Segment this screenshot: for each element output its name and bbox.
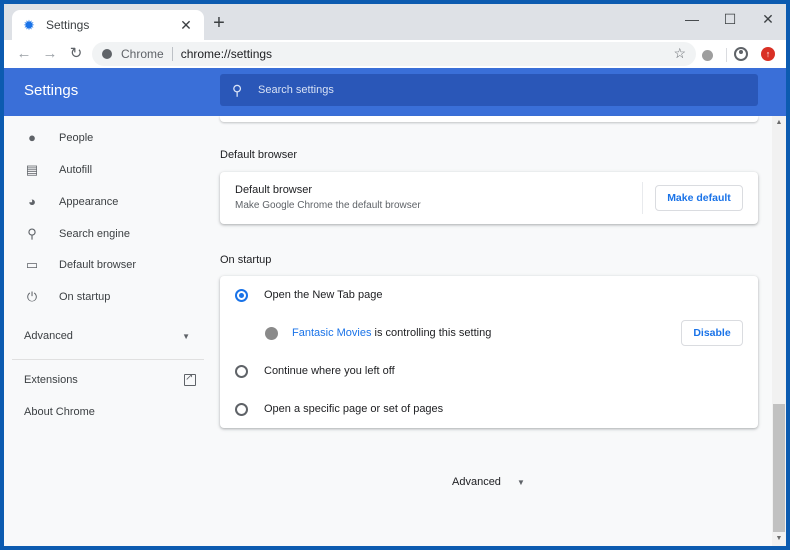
sidebar-item-label: People: [59, 132, 94, 144]
startup-option-continue[interactable]: Continue where you left off: [220, 352, 758, 390]
extension-controlling-notice: Fantasic Movies is controlling this sett…: [220, 314, 758, 352]
sidebar-item-label: Autofill: [59, 164, 93, 176]
on-startup-section-title: On startup: [220, 254, 272, 266]
reload-button[interactable]: ↻: [66, 44, 86, 64]
palette-icon: ◕: [28, 194, 36, 209]
search-icon: ⚲: [27, 226, 37, 241]
tab-strip: ✹ Settings ✕ + — ☐ ✕: [4, 4, 786, 40]
browser-icon: ▭: [25, 257, 39, 272]
sidebar-item-people[interactable]: ● People: [4, 124, 204, 152]
default-browser-row-title: Default browser: [235, 184, 313, 196]
minimize-button[interactable]: —: [674, 4, 710, 34]
open-in-new-icon: [184, 372, 196, 386]
on-startup-card: Open the New Tab page Fantasic Movies is…: [220, 276, 758, 428]
default-browser-section-title: Default browser: [220, 149, 298, 161]
startup-option-label: Continue where you left off: [264, 365, 395, 377]
sidebar-item-label: Search engine: [59, 228, 130, 240]
update-icon[interactable]: ↑: [761, 47, 775, 61]
extension-icon[interactable]: [702, 50, 713, 61]
site-chip: Chrome: [121, 47, 164, 61]
row-separator: [642, 182, 643, 214]
power-icon: ⏻: [26, 289, 38, 304]
radio-checked[interactable]: [235, 288, 248, 302]
previous-card-bottom: [220, 116, 758, 122]
tab-close-icon[interactable]: ✕: [178, 17, 194, 34]
disable-extension-button[interactable]: Disable: [681, 320, 743, 346]
settings-sidebar: ● People ▤ Autofill ◕ Appearance ⚲ Searc…: [4, 116, 204, 546]
search-settings-input[interactable]: [258, 84, 738, 96]
extension-notice-text: Fantasic Movies is controlling this sett…: [292, 327, 491, 339]
sidebar-item-default-browser[interactable]: ▭ Default browser: [4, 251, 204, 279]
search-settings-box[interactable]: ⚲: [220, 74, 758, 106]
sidebar-item-appearance[interactable]: ◕ Appearance: [4, 188, 204, 216]
extension-notice-suffix: is controlling this setting: [371, 327, 492, 339]
sidebar-extensions-label: Extensions: [24, 374, 78, 386]
omnibox-divider: [171, 47, 173, 61]
address-bar[interactable]: Chrome chrome://settings ☆: [92, 42, 696, 66]
advanced-settings-toggle[interactable]: Advanced ▼: [452, 476, 525, 488]
sidebar-item-autofill[interactable]: ▤ Autofill: [4, 156, 204, 184]
sidebar-extensions-link[interactable]: Extensions: [24, 370, 196, 390]
startup-option-label: Open the New Tab page: [264, 289, 383, 301]
clipboard-icon: ▤: [25, 162, 39, 177]
settings-header: Settings ⚲: [4, 68, 786, 116]
scroll-up-arrow[interactable]: ▲: [772, 116, 786, 130]
sidebar-advanced-toggle[interactable]: Advanced ▼: [24, 326, 190, 346]
startup-option-specific-pages[interactable]: Open a specific page or set of pages: [220, 390, 758, 428]
scroll-down-arrow[interactable]: ▼: [772, 532, 786, 546]
make-default-button[interactable]: Make default: [655, 185, 743, 211]
new-tab-button[interactable]: +: [209, 13, 229, 34]
tab-settings[interactable]: ✹ Settings ✕: [12, 10, 204, 40]
person-icon: ●: [28, 130, 36, 145]
site-info-icon[interactable]: [102, 49, 112, 59]
page-title: Settings: [24, 82, 79, 99]
chevron-down-icon: ▼: [182, 331, 190, 341]
radio-unchecked[interactable]: [235, 364, 248, 378]
chevron-down-icon: ▼: [516, 477, 525, 487]
browser-toolbar: ← → ↻ Chrome chrome://settings ☆ ↑: [4, 40, 786, 68]
settings-main: Default browser Default browser Make Goo…: [220, 116, 760, 546]
toolbar-divider: [726, 48, 727, 62]
advanced-label: Advanced: [452, 476, 501, 488]
sidebar-item-search-engine[interactable]: ⚲ Search engine: [4, 220, 204, 248]
startup-option-label: Open a specific page or set of pages: [264, 403, 444, 415]
extension-name-link[interactable]: Fantasic Movies: [292, 327, 371, 339]
sidebar-item-label: Appearance: [59, 196, 119, 208]
vertical-scrollbar[interactable]: ▲ ▼: [772, 116, 786, 546]
radio-unchecked[interactable]: [235, 402, 248, 416]
sidebar-about-label: About Chrome: [24, 406, 95, 418]
startup-option-new-tab[interactable]: Open the New Tab page: [220, 276, 758, 314]
close-window-button[interactable]: ✕: [750, 4, 786, 34]
extension-icon: [265, 326, 278, 340]
profile-avatar-icon[interactable]: [734, 47, 748, 61]
back-button[interactable]: ←: [14, 44, 34, 64]
scrollbar-thumb[interactable]: [773, 404, 785, 532]
search-icon: ⚲: [232, 81, 243, 98]
gear-icon: ✹: [23, 17, 35, 33]
sidebar-advanced-label: Advanced: [24, 330, 73, 342]
sidebar-divider: [12, 359, 204, 360]
bookmark-star-icon[interactable]: ☆: [673, 45, 686, 62]
forward-button[interactable]: →: [40, 44, 60, 64]
url-text[interactable]: chrome://settings: [181, 47, 272, 61]
browser-window: ✹ Settings ✕ + — ☐ ✕ ← → ↻ Chrome chrome…: [4, 4, 786, 546]
tab-title: Settings: [46, 18, 90, 32]
sidebar-item-label: On startup: [59, 291, 111, 303]
sidebar-item-label: Default browser: [59, 259, 137, 271]
default-browser-card: Default browser Make Google Chrome the d…: [220, 172, 758, 224]
default-browser-row-subtitle: Make Google Chrome the default browser: [235, 200, 421, 211]
maximize-button[interactable]: ☐: [712, 4, 748, 34]
sidebar-about-link[interactable]: About Chrome: [24, 402, 196, 422]
sidebar-item-on-startup[interactable]: ⏻ On startup: [4, 283, 204, 311]
